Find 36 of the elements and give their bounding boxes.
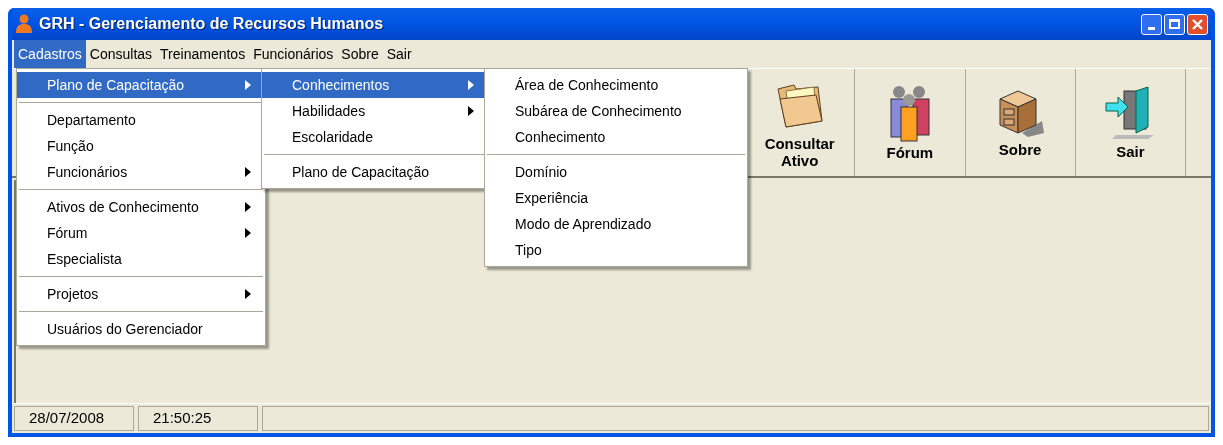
menu-item[interactable]: Modo de Aprendizado bbox=[485, 211, 747, 237]
menu-bar-item[interactable]: Sair bbox=[382, 40, 416, 68]
menu-item[interactable]: Subárea de Conhecimento bbox=[485, 98, 747, 124]
menu-item[interactable]: Projetos bbox=[17, 281, 265, 307]
close-icon bbox=[1192, 18, 1203, 30]
menu-item[interactable]: Fórum bbox=[17, 220, 265, 246]
menu-bar-item[interactable]: Consultas bbox=[85, 40, 157, 68]
minimize-button[interactable] bbox=[1141, 13, 1162, 35]
toolbar-button[interactable]: Sobre bbox=[965, 69, 1076, 176]
menu-bar-item[interactable]: Sobre bbox=[337, 40, 383, 68]
person-icon bbox=[15, 14, 33, 34]
menu-item[interactable]: Conhecimento bbox=[485, 124, 747, 150]
menu-item[interactable]: Tipo bbox=[485, 237, 747, 263]
menu-item[interactable]: Domínio bbox=[485, 159, 747, 185]
status-panel: 21:50:25 bbox=[138, 406, 258, 431]
status-panel: 28/07/2008 bbox=[14, 406, 134, 431]
menu-item[interactable]: Departamento bbox=[17, 107, 265, 133]
menu-item[interactable]: Plano de Capacitação bbox=[262, 159, 488, 185]
menu-item[interactable]: Especialista bbox=[17, 246, 265, 272]
menu-item[interactable]: Função bbox=[17, 133, 265, 159]
menu-item[interactable]: Habilidades bbox=[262, 98, 488, 124]
menu-item[interactable]: Escolaridade bbox=[262, 124, 488, 150]
menu-item[interactable]: Usuários do Gerenciador bbox=[17, 316, 265, 342]
menu-item[interactable]: Ativos de Conhecimento bbox=[17, 194, 265, 220]
toolbar-button[interactable]: Consultar Ativo bbox=[745, 69, 856, 176]
menu-item[interactable]: Área de Conhecimento bbox=[485, 72, 747, 98]
menu-item[interactable]: Funcionários bbox=[17, 159, 265, 185]
menu-bar-item[interactable]: Treinamentos bbox=[156, 40, 250, 68]
menu-bar-item[interactable]: Cadastros bbox=[14, 40, 86, 68]
close-button[interactable] bbox=[1187, 13, 1208, 35]
toolbar-button[interactable]: Sair bbox=[1075, 69, 1186, 176]
maximize-button[interactable] bbox=[1164, 13, 1185, 35]
toolbar-button[interactable]: Fórum bbox=[855, 69, 966, 176]
window-title: GRH - Gerenciamento de Recursos Humanos bbox=[39, 14, 384, 34]
menu-item[interactable]: Experiência bbox=[485, 185, 747, 211]
menu-bar-item[interactable]: Funcionários bbox=[249, 40, 338, 68]
